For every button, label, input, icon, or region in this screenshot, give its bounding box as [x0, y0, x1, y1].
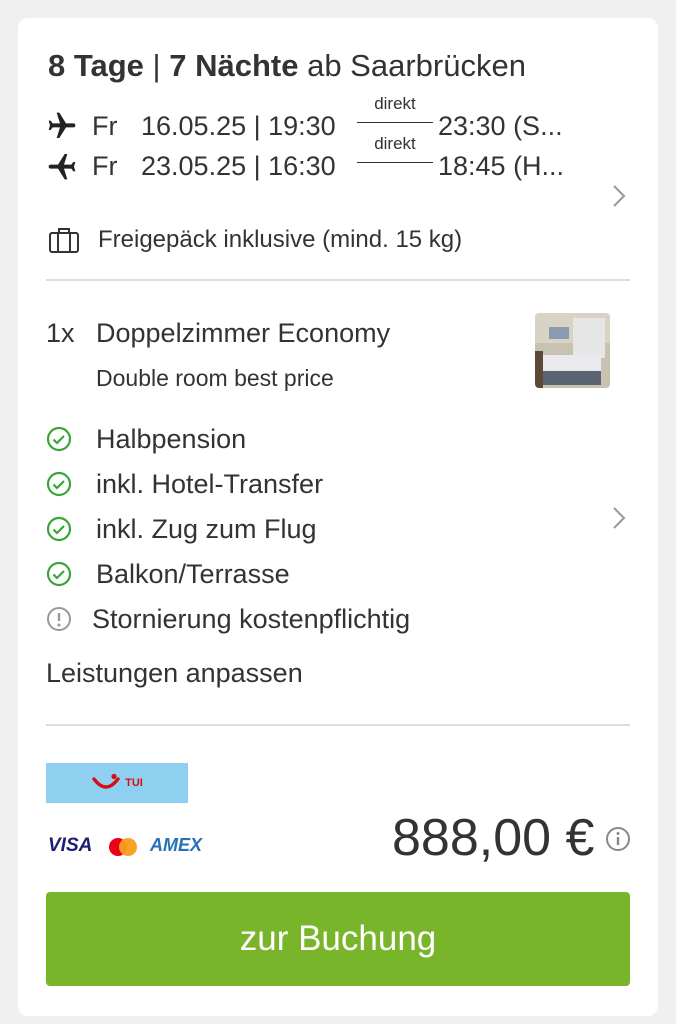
customize-services-link[interactable]: Leistungen anpassen [46, 658, 303, 689]
total-price: 888,00 € [392, 809, 595, 867]
trip-departure: ab Saarbrücken [307, 48, 526, 83]
feature-text: inkl. Zug zum Flug [96, 513, 317, 544]
flight-day: Fr [92, 150, 118, 181]
flight-arrival: 23:30 (S... [438, 110, 563, 141]
room-section[interactable]: 1x Doppelzimmer Economy Double room best… [18, 298, 658, 634]
flight-row-outbound: Fr 16.05.25 | 19:30 direkt 23:30 (S... [46, 94, 606, 144]
flight-connection-line [357, 162, 433, 163]
flight-connection: direkt [357, 134, 433, 163]
feature-text: Halbpension [96, 423, 247, 454]
divider [46, 724, 630, 726]
trip-duration-days: 8 Tage [48, 48, 144, 83]
flight-connection-label: direkt [374, 134, 416, 153]
flight-day: Fr [92, 110, 118, 141]
flight-date-time: 16.05.25 | 19:30 [141, 110, 336, 141]
flight-connection-line [357, 122, 433, 123]
tui-smile-icon [92, 773, 120, 789]
mastercard-logo [106, 836, 140, 858]
offer-card: 8 Tage | 7 Nächte ab Saarbrücken Fr 16.0… [18, 18, 658, 1016]
check-circle-icon [46, 561, 72, 587]
tui-logo-text: TUI [125, 777, 143, 789]
room-subtitle: Double room best price [96, 365, 334, 391]
flight-connection: direkt [357, 94, 433, 123]
flight-summary[interactable]: Fr 16.05.25 | 19:30 direkt 23:30 (S... F… [18, 94, 658, 226]
chevron-right-icon[interactable] [612, 506, 626, 530]
trip-title: 8 Tage | 7 Nächte ab Saarbrücken [48, 48, 526, 84]
feature-text: inkl. Hotel-Transfer [96, 468, 324, 499]
flight-date-time: 23.05.25 | 16:30 [141, 150, 336, 181]
flight-row-return: Fr 23.05.25 | 16:30 direkt 18:45 (H... [46, 134, 606, 184]
check-circle-icon [46, 516, 72, 542]
feature-item: Stornierung kostenpflichtig [46, 601, 410, 637]
chevron-right-icon[interactable] [612, 184, 626, 208]
info-icon[interactable] [605, 826, 631, 852]
feature-item: inkl. Hotel-Transfer [46, 466, 323, 502]
room-title: 1x Doppelzimmer Economy [46, 318, 390, 349]
room-name: Doppelzimmer Economy [96, 318, 391, 348]
room-photo[interactable] [535, 313, 610, 388]
trip-duration-nights: 7 Nächte [169, 48, 299, 83]
flight-connection-label: direkt [374, 94, 416, 113]
feature-item: inkl. Zug zum Flug [46, 511, 317, 547]
check-circle-icon [46, 426, 72, 452]
feature-item: Balkon/Terrasse [46, 556, 290, 592]
divider [46, 279, 630, 281]
room-quantity: 1x [46, 318, 75, 348]
luggage-info: Freigepäck inklusive (mind. 15 kg) [48, 226, 462, 254]
booking-button[interactable]: zur Buchung [46, 892, 630, 986]
exclamation-circle-icon [46, 606, 72, 632]
feature-item: Halbpension [46, 421, 246, 457]
check-circle-icon [46, 471, 72, 497]
luggage-text: Freigepäck inklusive (mind. 15 kg) [98, 226, 463, 253]
plane-outbound-icon [46, 110, 78, 142]
flight-arrival: 18:45 (H... [438, 150, 565, 181]
plane-return-icon [46, 150, 78, 182]
trip-separator: | [152, 48, 161, 83]
feature-text: Stornierung kostenpflichtig [92, 603, 411, 634]
tui-logo: TUI [46, 763, 188, 803]
visa-logo: VISA [48, 835, 93, 856]
luggage-icon [48, 226, 80, 254]
amex-logo: AMEX [150, 835, 203, 855]
feature-text: Balkon/Terrasse [96, 558, 290, 589]
